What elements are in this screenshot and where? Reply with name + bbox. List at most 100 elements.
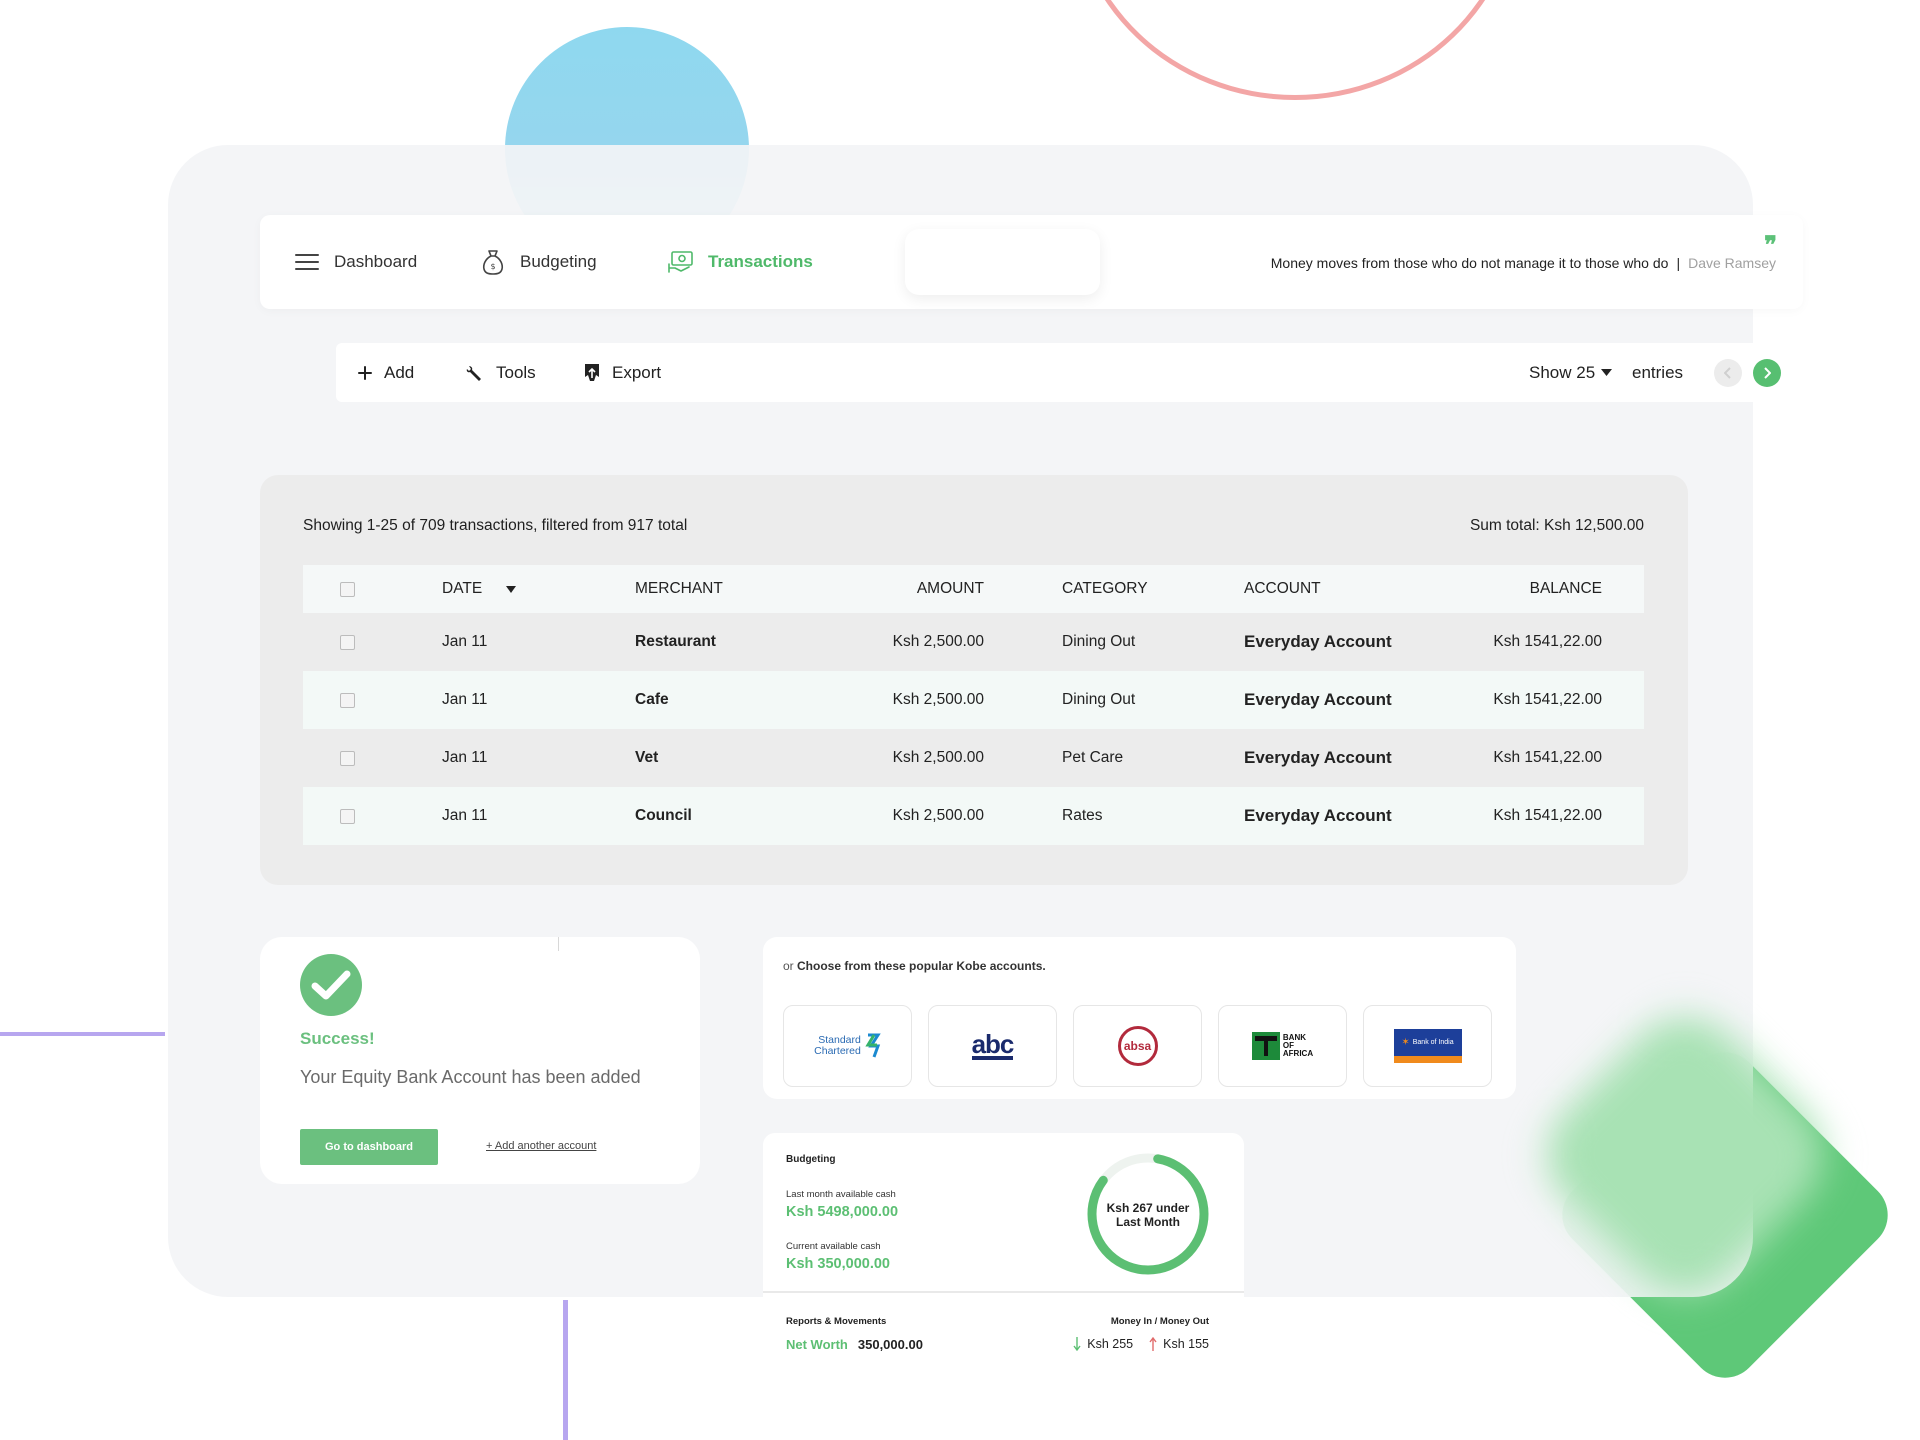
money-in-out-label: Money In / Money Out [1110, 1316, 1209, 1327]
row-balance: Ksh 1541,22.00 [1493, 749, 1602, 766]
add-button[interactable]: Add [358, 343, 414, 402]
tools-button-label: Tools [496, 362, 536, 382]
row-checkbox[interactable] [340, 750, 355, 766]
row-balance: Ksh 1541,22.00 [1493, 633, 1602, 650]
last-month-cash-value: Ksh 5498,000.00 [786, 1204, 899, 1220]
column-merchant-header[interactable]: MERCHANT [635, 565, 723, 613]
row-amount: Ksh 2,500.00 [892, 691, 984, 708]
page-size-value: Show 25 [1529, 362, 1596, 382]
decorative-purple-line-horizontal [0, 1032, 165, 1036]
active-tab-highlight [905, 229, 1100, 295]
table-row[interactable]: Jan 11 Restaurant Ksh 2,500.00 Dining Ou… [303, 613, 1644, 671]
bank-option-absa[interactable]: absa [1073, 1005, 1202, 1087]
standard-chartered-logo: Standard Chartered [814, 1033, 881, 1059]
row-amount: Ksh 2,500.00 [892, 807, 984, 824]
row-date: Jan 11 [442, 691, 488, 708]
nav-transactions[interactable]: Transactions [668, 215, 813, 309]
quote-mark-icon: ❞ [1764, 230, 1777, 259]
row-category: Pet Care [1062, 749, 1124, 766]
banks-hint-prefix: or [783, 959, 794, 973]
column-balance-header[interactable]: BALANCE [1530, 565, 1602, 613]
row-date: Jan 11 [442, 807, 488, 824]
bank-of-india-name: Bank of India [1412, 1039, 1454, 1046]
success-card-divider [558, 937, 559, 951]
row-amount: Ksh 2,500.00 [892, 749, 984, 766]
ring-label-line1: Ksh 267 under [1106, 1201, 1190, 1215]
check-circle-icon [300, 954, 362, 1016]
top-navbar: Dashboard $ Budgeting Transactions ❞ Mon… [260, 215, 1803, 309]
column-amount-header[interactable]: AMOUNT [917, 565, 984, 613]
next-page-button[interactable] [1753, 359, 1781, 387]
row-merchant: Vet [635, 749, 659, 766]
nav-budgeting[interactable]: $ Budgeting [480, 215, 597, 309]
row-merchant: Council [635, 807, 692, 824]
row-checkbox[interactable] [340, 808, 355, 824]
decorative-red-ring [1070, 0, 1520, 100]
row-amount: Ksh 2,500.00 [892, 633, 984, 650]
banks-hint: or Choose from these popular Kobe accoun… [783, 959, 1046, 973]
row-balance: Ksh 1541,22.00 [1493, 807, 1602, 824]
transactions-table: DATE MERCHANT AMOUNT CATEGORY ACCOUNT BA… [303, 565, 1644, 845]
select-all-checkbox[interactable] [340, 581, 355, 597]
column-date-label: DATE [442, 580, 483, 597]
bank-option-bank-of-india[interactable]: ✶ Bank of India [1363, 1005, 1492, 1087]
boa-line3: AFRICA [1282, 1049, 1314, 1058]
table-row[interactable]: Jan 11 Cafe Ksh 2,500.00 Dining Out Ever… [303, 671, 1644, 729]
row-balance: Ksh 1541,22.00 [1493, 691, 1602, 708]
money-in-value: Ksh 255 [1087, 1337, 1134, 1351]
page-size-select[interactable]: Show 25 [1529, 343, 1613, 402]
table-row[interactable]: Jan 11 Council Ksh 2,500.00 Rates Everyd… [303, 787, 1644, 845]
row-checkbox[interactable] [340, 634, 355, 650]
row-account: Everyday Account [1244, 632, 1392, 651]
quote-text: Money moves from those who do not manage… [1270, 255, 1669, 271]
export-button-label: Export [612, 362, 662, 382]
export-button[interactable]: Export [584, 343, 661, 402]
add-button-label: Add [384, 362, 415, 382]
success-card: Success! Your Equity Bank Account has be… [260, 937, 700, 1184]
caret-down-icon [1601, 369, 1613, 376]
nav-dashboard[interactable]: Dashboard [294, 215, 417, 309]
bank-option-standard-chartered[interactable]: Standard Chartered [783, 1005, 912, 1087]
previous-page-button[interactable] [1714, 359, 1742, 387]
absa-logo: absa [1117, 1026, 1158, 1066]
row-category: Rates [1062, 807, 1103, 824]
net-worth-label: Net Worth [786, 1337, 848, 1352]
export-icon [584, 363, 600, 383]
money-out-value: Ksh 155 [1163, 1337, 1209, 1351]
row-account: Everyday Account [1244, 748, 1392, 767]
chevron-left-icon [1724, 367, 1732, 379]
bank-of-india-logo: ✶ Bank of India [1393, 1029, 1462, 1063]
column-account-header[interactable]: ACCOUNT [1244, 565, 1321, 613]
row-checkbox[interactable] [340, 692, 355, 708]
net-worth-value: 350,000.00 [857, 1337, 923, 1352]
arrow-up-icon [1149, 1337, 1157, 1351]
decorative-purple-line-vertical [563, 1300, 568, 1440]
net-worth: Net Worth 350,000.00 [786, 1337, 923, 1352]
add-another-account-link[interactable]: + Add another account [486, 1140, 596, 1152]
bank-option-abc[interactable]: abc [928, 1005, 1057, 1087]
go-to-dashboard-button[interactable]: Go to dashboard [300, 1129, 438, 1165]
money-in-out-values: Ksh 255 Ksh 155 [1073, 1337, 1209, 1351]
tools-button[interactable]: Tools [466, 343, 536, 402]
row-category: Dining Out [1062, 691, 1136, 708]
sc-logo-line2: Chartered [814, 1045, 861, 1057]
bank-of-africa-tree-icon [1251, 1032, 1280, 1060]
table-toolbar: Add Tools Export Show 25 entries [336, 343, 1803, 402]
current-cash-value: Ksh 350,000.00 [786, 1256, 890, 1272]
column-category-header[interactable]: CATEGORY [1062, 565, 1148, 613]
success-message: Your Equity Bank Account has been added [300, 1067, 641, 1087]
row-date: Jan 11 [442, 633, 488, 650]
ring-label-line2: Last Month [1116, 1215, 1180, 1229]
row-account: Everyday Account [1244, 690, 1392, 709]
bank-option-bank-of-africa[interactable]: BANK OF AFRICA [1218, 1005, 1347, 1087]
arrow-down-icon [1073, 1337, 1081, 1351]
wrench-icon [466, 364, 484, 382]
reports-movements-label: Reports & Movements [786, 1316, 887, 1327]
table-row[interactable]: Jan 11 Vet Ksh 2,500.00 Pet Care Everyda… [303, 729, 1644, 787]
entries-label: entries [1632, 362, 1684, 382]
transactions-panel: Showing 1-25 of 709 transactions, filter… [260, 475, 1688, 885]
chevron-right-icon [1763, 367, 1771, 379]
transactions-icon [668, 249, 694, 275]
bank-of-india-star-icon: ✶ [1401, 1037, 1410, 1048]
column-date-header[interactable]: DATE [442, 565, 517, 613]
